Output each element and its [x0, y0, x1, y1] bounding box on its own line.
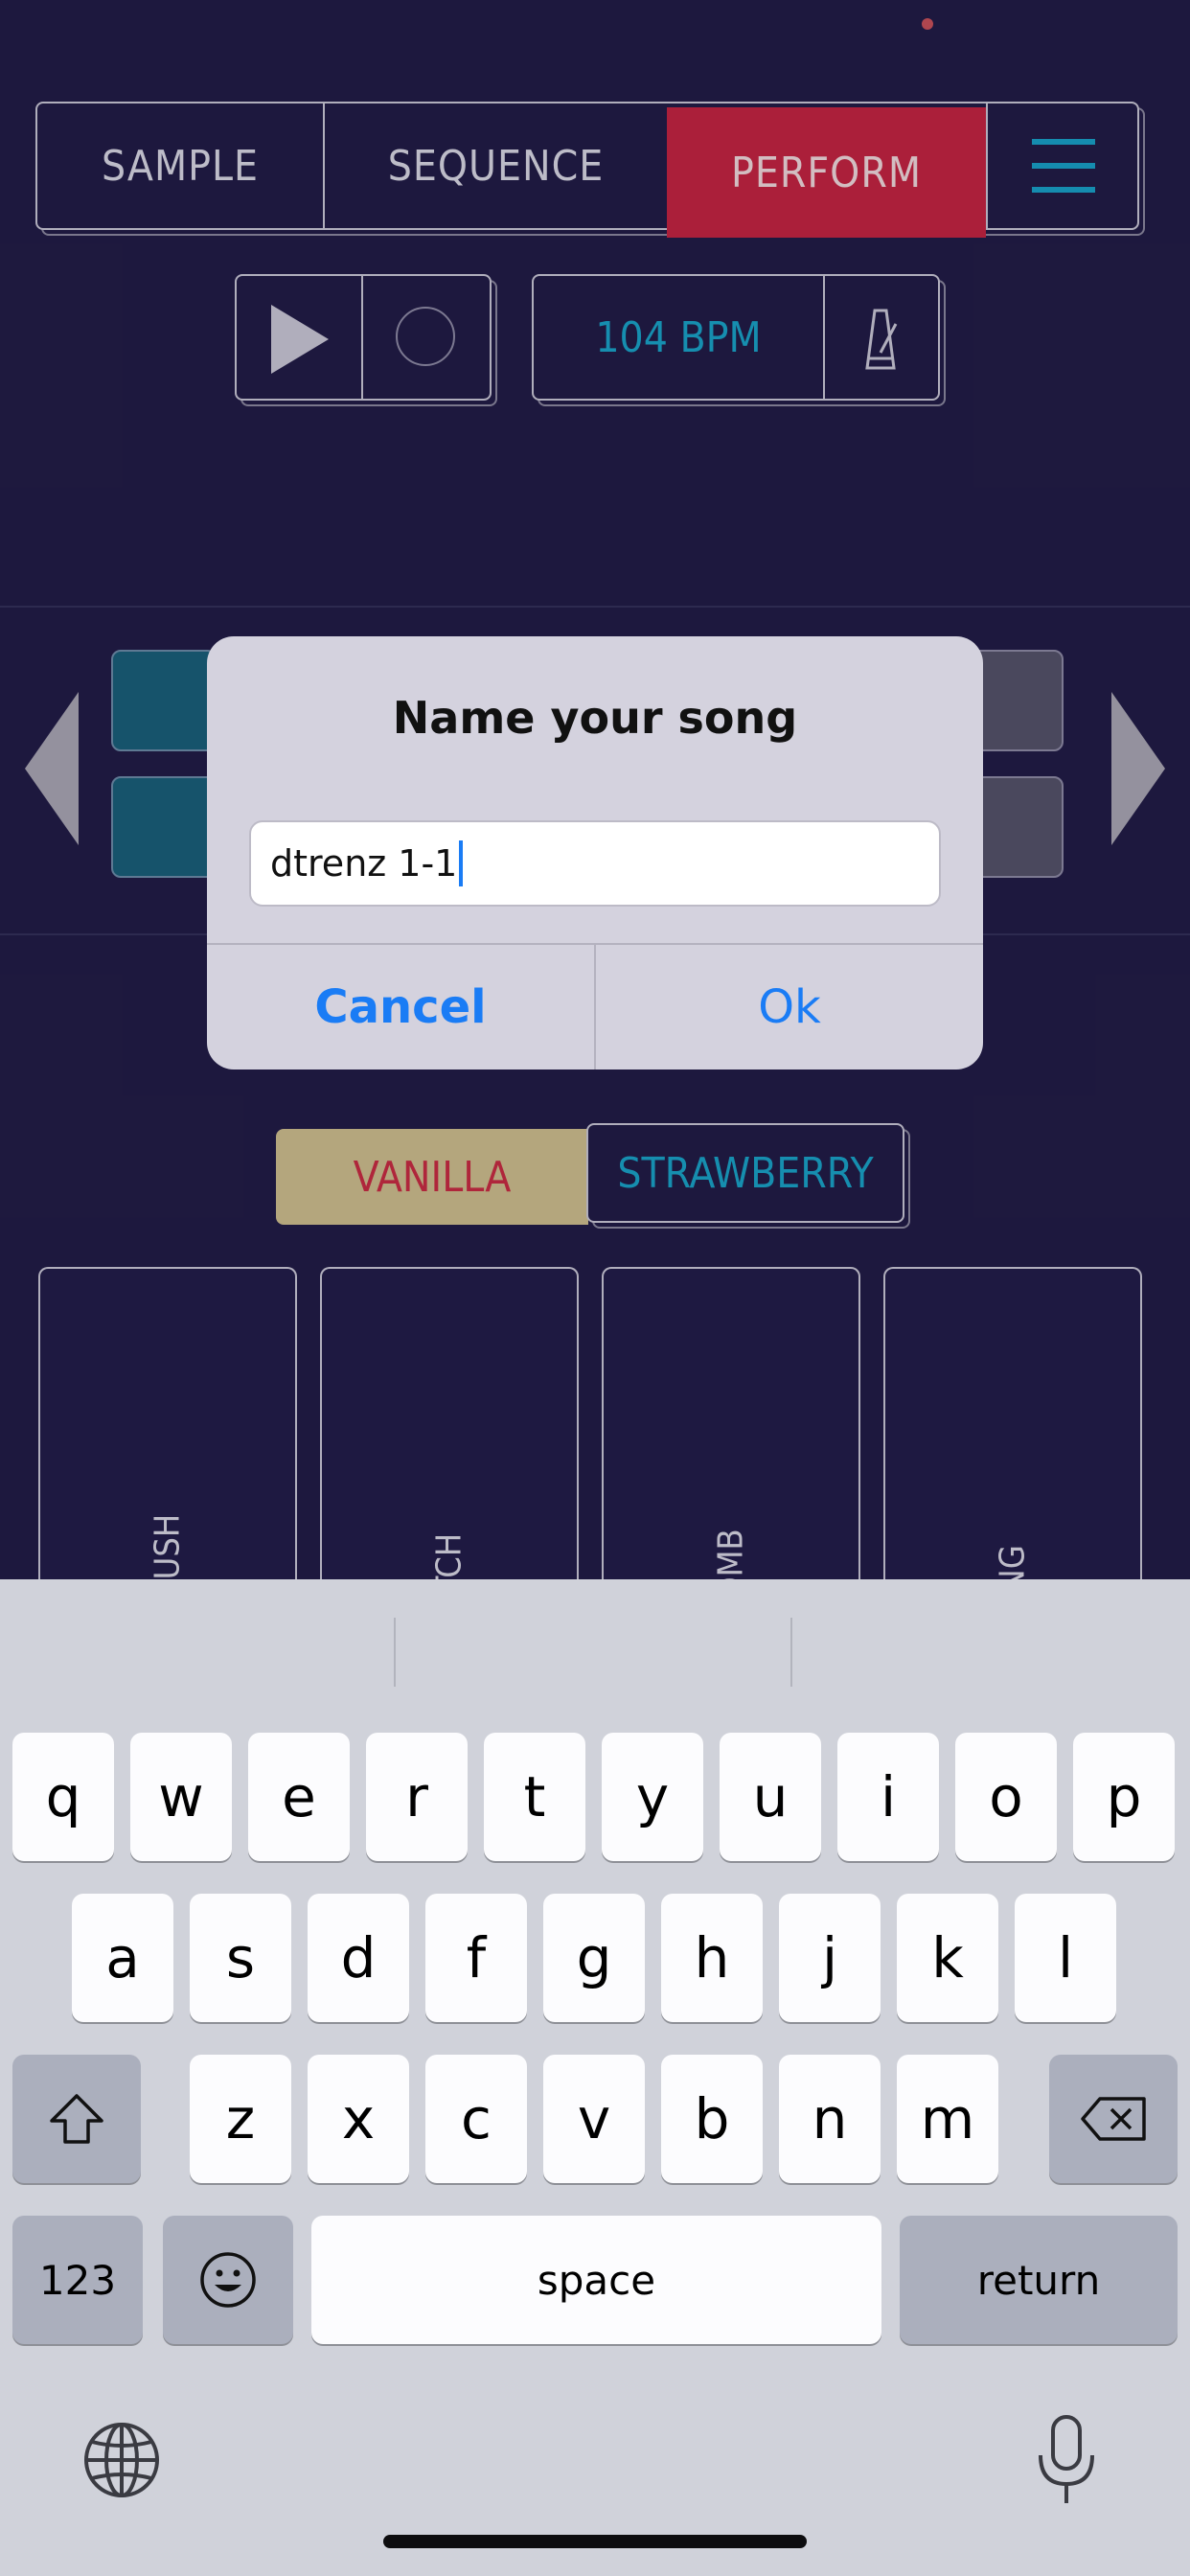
key-j[interactable]: j: [779, 1894, 881, 2022]
numbers-key[interactable]: 123: [12, 2216, 143, 2344]
key-s[interactable]: s: [190, 1894, 291, 2022]
key-b[interactable]: b: [661, 2055, 763, 2183]
key-r[interactable]: r: [366, 1733, 468, 1861]
home-indicator[interactable]: [383, 2535, 807, 2548]
emoji-key[interactable]: [163, 2216, 293, 2344]
name-song-dialog: Name your song dtrenz 1-1 Cancel Ok: [207, 636, 983, 1070]
key-e[interactable]: e: [248, 1733, 350, 1861]
key-v[interactable]: v: [543, 2055, 645, 2183]
cancel-button[interactable]: Cancel: [207, 945, 594, 1070]
song-name-input[interactable]: dtrenz 1-1: [249, 820, 941, 907]
key-g[interactable]: g: [543, 1894, 645, 2022]
key-f[interactable]: f: [425, 1894, 527, 2022]
microphone-icon[interactable]: [1035, 2413, 1098, 2507]
key-u[interactable]: u: [720, 1733, 821, 1861]
suggestion-divider: [790, 1618, 792, 1687]
key-x[interactable]: x: [308, 2055, 409, 2183]
backspace-key[interactable]: [1049, 2055, 1178, 2183]
key-i[interactable]: i: [837, 1733, 939, 1861]
key-t[interactable]: t: [484, 1733, 585, 1861]
suggestion-divider: [394, 1618, 396, 1687]
return-key[interactable]: return: [900, 2216, 1178, 2344]
key-p[interactable]: p: [1073, 1733, 1175, 1861]
shift-icon: [50, 2094, 103, 2144]
key-m[interactable]: m: [897, 2055, 998, 2183]
globe-icon[interactable]: [82, 2421, 161, 2499]
key-q[interactable]: q: [12, 1733, 114, 1861]
key-w[interactable]: w: [130, 1733, 232, 1861]
shift-key[interactable]: [12, 2055, 141, 2183]
dialog-title: Name your song: [392, 692, 798, 744]
key-c[interactable]: c: [425, 2055, 527, 2183]
emoji-icon: [200, 2252, 256, 2308]
key-z[interactable]: z: [190, 2055, 291, 2183]
song-name-value: dtrenz 1-1: [270, 842, 458, 885]
key-o[interactable]: o: [955, 1733, 1057, 1861]
app-screen: SAMPLE SEQUENCE PERFORM 104 BPM VANILLA …: [0, 0, 1190, 2576]
key-y[interactable]: y: [602, 1733, 703, 1861]
backspace-icon: [1081, 2097, 1146, 2141]
key-a[interactable]: a: [72, 1894, 173, 2022]
ok-button[interactable]: Ok: [596, 945, 983, 1070]
key-d[interactable]: d: [308, 1894, 409, 2022]
key-n[interactable]: n: [779, 2055, 881, 2183]
text-caret: [459, 840, 464, 886]
key-k[interactable]: k: [897, 1894, 998, 2022]
space-key[interactable]: space: [311, 2216, 881, 2344]
key-h[interactable]: h: [661, 1894, 763, 2022]
key-l[interactable]: l: [1015, 1894, 1116, 2022]
